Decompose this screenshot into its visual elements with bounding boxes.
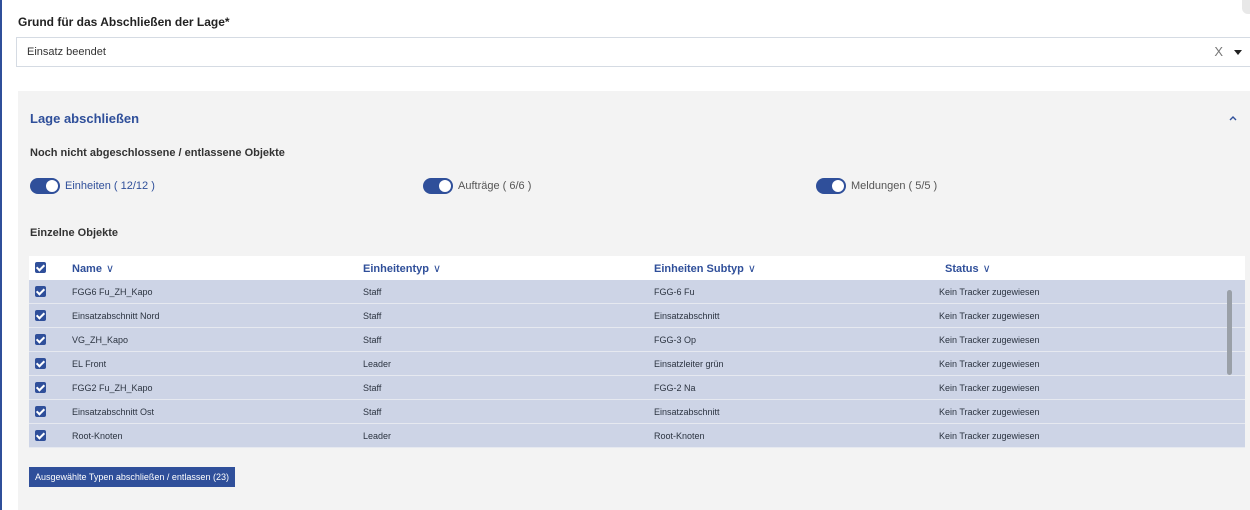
row-checkbox[interactable] bbox=[35, 430, 46, 441]
single-objects-title: Einzelne Objekte bbox=[30, 227, 119, 239]
cell-name: EL Front bbox=[72, 359, 107, 369]
cell-type: Leader bbox=[363, 431, 392, 441]
cell-subtype: FGG-3 Op bbox=[654, 335, 697, 345]
row-checkbox[interactable] bbox=[35, 382, 46, 393]
chevron-down-icon: ∨ bbox=[105, 263, 115, 275]
cell-status: Kein Tracker zugewiesen bbox=[939, 431, 1040, 441]
table-row[interactable]: Einsatzabschnitt Nord Staff Einsatzabschni… bbox=[29, 304, 1245, 328]
toggle-switch-orders[interactable] bbox=[423, 178, 453, 194]
cell-type: Staff bbox=[363, 407, 382, 417]
column-header-status[interactable]: Status ∨ bbox=[945, 262, 991, 275]
objects-table: Name ∨ Einheitentyp ∨ Einheiten Subtyp ∨ St… bbox=[29, 256, 1245, 448]
cell-subtype: Einsatzabschnitt bbox=[654, 311, 720, 321]
chevron-down-icon: ∨ bbox=[433, 263, 442, 275]
clear-icon[interactable]: X bbox=[1214, 44, 1223, 59]
table-row[interactable]: VG_ZH_Kapo Staff FGG-3 Op Kein Tracker zuge… bbox=[29, 328, 1245, 352]
column-header-name-label: Name bbox=[72, 263, 102, 275]
cell-type: Staff bbox=[363, 335, 382, 345]
table-row[interactable]: FGG6 Fu_ZH_Kapo Staff FGG-6 Fu Kein Tracker… bbox=[29, 280, 1245, 304]
cell-type: Leader bbox=[363, 359, 392, 369]
table-body: FGG6 Fu_ZH_Kapo Staff FGG-6 Fu Kein Tracker… bbox=[29, 280, 1245, 448]
pending-objects-title: Noch nicht abgeschlossene / entlassene O… bbox=[30, 147, 285, 159]
cell-status: Kein Tracker zugewiesen bbox=[939, 311, 1040, 321]
column-header-status-label: Status bbox=[945, 263, 979, 275]
row-checkbox[interactable] bbox=[35, 406, 46, 417]
toggle-messages[interactable]: Meldungen ( 5/5 ) bbox=[816, 178, 937, 194]
column-header-type[interactable]: Einheitentyp ∨ bbox=[363, 262, 441, 275]
window-corner bbox=[1242, 0, 1250, 14]
toggle-switch-units[interactable] bbox=[30, 178, 60, 194]
toggle-orders-label: Aufträge ( 6/6 ) bbox=[458, 180, 532, 192]
column-header-name[interactable]: Name ∨ bbox=[72, 262, 114, 275]
column-header-type-label: Einheitentyp bbox=[363, 263, 430, 275]
close-selected-button[interactable]: Ausgewählte Typen abschließen / entlasse… bbox=[29, 467, 235, 487]
table-row[interactable]: Root-Knoten Leader Root-Knoten Kein Tracker… bbox=[29, 424, 1245, 448]
cell-subtype: FGG-6 Fu bbox=[654, 287, 695, 297]
table-header: Name ∨ Einheitentyp ∨ Einheiten Subtyp ∨ St… bbox=[29, 256, 1245, 280]
reason-label: Grund für das Abschließen der Lage* bbox=[18, 15, 230, 29]
toggle-orders[interactable]: Aufträge ( 6/6 ) bbox=[423, 178, 531, 194]
cell-subtype: Einsatzleiter grün bbox=[654, 359, 724, 369]
toggle-units[interactable]: Einheiten ( 12/12 ) bbox=[30, 178, 155, 194]
toggle-messages-label: Meldungen ( 5/5 ) bbox=[851, 180, 938, 192]
cell-type: Staff bbox=[363, 383, 382, 393]
table-row[interactable]: EL Front Leader Einsatzleiter grün Kein Tra… bbox=[29, 352, 1245, 376]
chevron-down-icon: ∨ bbox=[982, 263, 991, 275]
table-row[interactable]: FGG2 Fu_ZH_Kapo Staff FGG-2 Na Kein Tracker… bbox=[29, 376, 1245, 400]
cell-subtype: FGG-2 Na bbox=[654, 383, 696, 393]
reason-select[interactable]: Einsatz beendet X bbox=[16, 37, 1250, 67]
cell-type: Staff bbox=[363, 287, 382, 297]
cell-status: Kein Tracker zugewiesen bbox=[939, 407, 1040, 417]
cell-status: Kein Tracker zugewiesen bbox=[939, 383, 1040, 393]
cell-subtype: Einsatzabschnitt bbox=[654, 407, 720, 417]
reason-value: Einsatz beendet bbox=[27, 46, 106, 58]
dropdown-caret-icon[interactable] bbox=[1234, 50, 1242, 55]
table-scrollbar[interactable] bbox=[1227, 290, 1232, 375]
cell-subtype: Root-Knoten bbox=[654, 431, 705, 441]
cell-name: Root-Knoten bbox=[72, 431, 123, 441]
close-situation-panel: Lage abschließen Noch nicht abgeschlosse… bbox=[18, 91, 1250, 510]
column-header-subtype[interactable]: Einheiten Subtyp ∨ bbox=[654, 262, 756, 275]
toggle-units-label: Einheiten ( 12/12 ) bbox=[65, 180, 155, 192]
panel-title: Lage abschließen bbox=[30, 111, 140, 126]
chevron-up-icon[interactable] bbox=[1228, 113, 1238, 123]
cell-type: Staff bbox=[363, 311, 382, 321]
row-checkbox[interactable] bbox=[35, 310, 46, 321]
cell-name: FGG6 Fu_ZH_Kapo bbox=[72, 287, 153, 297]
column-header-subtype-label: Einheiten Subtyp bbox=[654, 263, 744, 275]
cell-name: FGG2 Fu_ZH_Kapo bbox=[72, 383, 153, 393]
cell-name: Einsatzabschnitt Ost bbox=[72, 407, 155, 417]
cell-name: Einsatzabschnitt Nord bbox=[72, 311, 160, 321]
select-all-checkbox[interactable] bbox=[35, 262, 46, 273]
row-checkbox[interactable] bbox=[35, 286, 46, 297]
row-checkbox[interactable] bbox=[35, 334, 46, 345]
cell-name: VG_ZH_Kapo bbox=[72, 335, 129, 345]
row-checkbox[interactable] bbox=[35, 358, 46, 369]
table-row[interactable]: Einsatzabschnitt Ost Staff Einsatzabschnit… bbox=[29, 400, 1245, 424]
toggle-switch-messages[interactable] bbox=[816, 178, 846, 194]
cell-status: Kein Tracker zugewiesen bbox=[939, 359, 1040, 369]
chevron-down-icon: ∨ bbox=[747, 263, 756, 275]
close-situation-page: Grund für das Abschließen der Lage* Eins… bbox=[0, 0, 1250, 510]
cell-status: Kein Tracker zugewiesen bbox=[939, 287, 1040, 297]
cell-status: Kein Tracker zugewiesen bbox=[939, 335, 1040, 345]
